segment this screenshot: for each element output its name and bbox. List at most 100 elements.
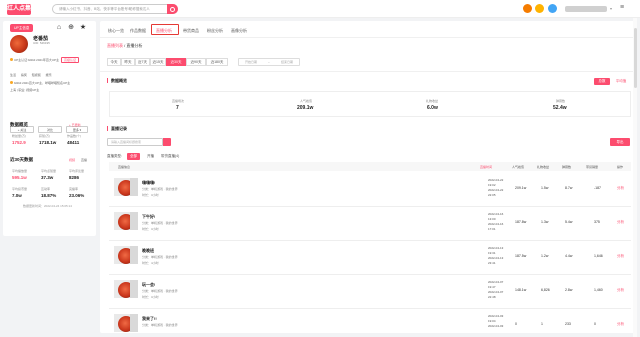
search-icon[interactable] bbox=[163, 138, 171, 146]
bell-icon[interactable] bbox=[535, 4, 544, 13]
live-cover[interactable] bbox=[114, 178, 138, 196]
live-search-input[interactable]: 请输入直播间标题搜索 bbox=[107, 138, 163, 146]
tag[interactable]: 娱乐 bbox=[46, 73, 52, 77]
user-account[interactable] bbox=[565, 6, 607, 12]
user-center-icon[interactable] bbox=[548, 4, 557, 13]
col-gift[interactable]: 礼物收益 bbox=[537, 165, 549, 169]
compare-button[interactable]: 对比 bbox=[38, 126, 62, 133]
recent30-video-tab[interactable]: 视频 bbox=[69, 158, 75, 162]
toggle-total[interactable]: 总数 bbox=[594, 78, 610, 85]
live-duration: 时长：4小时 bbox=[142, 261, 159, 265]
analyze-link[interactable]: 分析 bbox=[617, 288, 624, 293]
date-seg-30d[interactable]: 近30天 bbox=[166, 58, 186, 66]
filter-sales-live[interactable]: 带货直播(4) bbox=[161, 154, 179, 159]
live-cover[interactable] bbox=[114, 314, 138, 332]
stat-value: 8286 bbox=[69, 175, 80, 180]
table-row[interactable]: 下午好! 分类：单机游戏 · 我的世界 时长：3小时 2022-04-16 13… bbox=[109, 207, 631, 241]
home-icon[interactable]: ⌂ bbox=[55, 24, 63, 32]
analyze-link[interactable]: 分析 bbox=[617, 220, 624, 225]
live-category: 分类：单机游戏 · 我的世界 bbox=[142, 255, 178, 259]
live-danmu: 8.7w bbox=[565, 186, 573, 190]
col-sales[interactable]: 带货销量 bbox=[586, 165, 598, 169]
chevron-down-icon[interactable]: ▾ bbox=[610, 6, 612, 11]
stat-value: 23.06% bbox=[69, 193, 85, 198]
metric-value: 52.4w bbox=[553, 105, 567, 111]
section-marker bbox=[107, 78, 108, 83]
toggle-average[interactable]: 平均值 bbox=[611, 78, 631, 85]
tag[interactable]: 短视频 bbox=[32, 73, 41, 77]
tab-persona[interactable]: 画像分析 bbox=[231, 28, 247, 34]
metric-label: 礼物收益 bbox=[426, 99, 439, 103]
tab-overview[interactable]: 核心一览 bbox=[108, 28, 124, 34]
live-cover[interactable] bbox=[114, 246, 138, 264]
filter-all[interactable]: 全部 bbox=[127, 153, 140, 160]
global-search-input[interactable]: 请输入小红书、抖音、B站、快手等平台账号/昵称搜索达人 bbox=[52, 4, 178, 14]
live-peak: 187.8w bbox=[515, 220, 527, 224]
live-title[interactable]: 嗨嗨嗨! bbox=[142, 180, 155, 186]
live-category: 分类：单机游戏 · 我的世界 bbox=[142, 323, 178, 327]
page-scrollbar[interactable] bbox=[633, 18, 637, 337]
menu-icon[interactable]: ≡ bbox=[620, 4, 624, 12]
date-seg-yesterday[interactable]: 昨天 bbox=[121, 58, 135, 66]
stat-label: 完播率 bbox=[69, 187, 79, 191]
live-category: 分类：单机游戏 · 我的世界 bbox=[142, 289, 178, 293]
col-live-time[interactable]: 直播时间 bbox=[480, 165, 492, 169]
date-seg-today[interactable]: 今天 bbox=[107, 58, 121, 66]
more-button[interactable]: 更多 ▾ bbox=[66, 126, 88, 133]
breadcrumb-root[interactable]: 直播列表 bbox=[107, 43, 123, 48]
tab-works[interactable]: 作品数据 bbox=[130, 28, 146, 34]
export-button[interactable]: 导出 bbox=[610, 138, 630, 146]
live-cover[interactable] bbox=[114, 212, 138, 230]
top-bar: 红人点集 请输入小红书、抖音、B站、快手等平台账号/昵称搜索达人 ▾ ≡ bbox=[0, 0, 640, 18]
live-date: 2022-04-03 19:04 2022-04-03 bbox=[488, 314, 504, 328]
col-op: 操作 bbox=[617, 165, 624, 169]
overview-metrics: 直播场次 7 人气峰值 209.1w 礼物收益 6.0w 弹幕数 52.4w bbox=[109, 91, 631, 117]
analyze-link[interactable]: 分析 bbox=[617, 322, 624, 327]
overview-title: 数据概览 bbox=[111, 78, 127, 83]
profile-uid: UID: 546195 bbox=[33, 41, 50, 45]
auth-line: UP主认证:bilibili 2021年百大UP主 高级认证 bbox=[10, 57, 80, 63]
live-cover[interactable] bbox=[114, 280, 138, 298]
data-updated-link[interactable]: + 已更新 bbox=[69, 123, 81, 127]
app-logo[interactable]: 红人点集 bbox=[7, 4, 31, 15]
date-seg-15d[interactable]: 近15天 bbox=[150, 58, 166, 66]
table-row[interactable]: 晚晚班 分类：单机游戏 · 我的世界 时长：4小时 2022-04-13 19:… bbox=[109, 241, 631, 275]
stat-label: 粉丝量(万) bbox=[12, 134, 26, 138]
date-seg-7d[interactable]: 近7天 bbox=[135, 58, 150, 66]
tab-products[interactable]: 带货商品 bbox=[183, 28, 199, 34]
live-date: 2022-04-07 19:47 2022-04-07 22:48 bbox=[488, 280, 504, 299]
auth-text: UP主认证:bilibili 2021年百大UP主 bbox=[14, 58, 60, 62]
analyze-link[interactable]: 分析 bbox=[617, 254, 624, 259]
tag[interactable]: 生活 bbox=[10, 73, 16, 77]
tab-fans[interactable]: 粉丝分析 bbox=[207, 28, 223, 34]
table-row[interactable]: 嗨嗨嗨! 分类：单机游戏 · 我的世界 时长：3小时 2022-04-22 19… bbox=[109, 173, 631, 207]
tag[interactable]: 搞笑 bbox=[21, 73, 27, 77]
live-title[interactable]: 晚晚班 bbox=[142, 248, 154, 254]
live-title[interactable]: 玩一会! bbox=[142, 282, 155, 288]
filter-live[interactable]: 开播 bbox=[147, 154, 154, 159]
col-peak[interactable]: 人气峰值 bbox=[512, 165, 524, 169]
recent30-live-tab[interactable]: 直播 bbox=[81, 158, 87, 162]
live-danmu: 4.4w bbox=[565, 254, 573, 258]
search-icon[interactable] bbox=[167, 4, 178, 14]
live-title[interactable]: 我来了!! bbox=[142, 316, 157, 322]
scrollbar-thumb[interactable] bbox=[633, 28, 637, 88]
live-title[interactable]: 下午好! bbox=[142, 214, 155, 220]
analyze-link[interactable]: 分析 bbox=[617, 186, 624, 191]
col-danmu[interactable]: 弹幕数 bbox=[562, 165, 571, 169]
share-icon[interactable]: ⊕ bbox=[67, 24, 75, 32]
metric-value: 7 bbox=[176, 105, 179, 111]
star-icon[interactable]: ★ bbox=[79, 24, 87, 32]
date-seg-90d[interactable]: 近90天 bbox=[186, 58, 206, 66]
stat-value: 37.3w bbox=[41, 175, 54, 180]
table-row[interactable]: 我来了!! 分类：单机游戏 · 我的世界 2022-04-03 19:04 20… bbox=[109, 309, 631, 333]
avatar[interactable] bbox=[10, 35, 28, 53]
metric-label: 直播场次 bbox=[172, 99, 185, 103]
date-range-picker[interactable]: 开始日期 ~ 结束日期 bbox=[238, 58, 300, 66]
date-seg-180d[interactable]: 近180天 bbox=[206, 58, 228, 66]
table-row[interactable]: 玩一会! 分类：单机游戏 · 我的世界 时长：3小时 2022-04-07 19… bbox=[109, 275, 631, 309]
live-duration: 时长：3小时 bbox=[142, 193, 159, 197]
coin-icon[interactable] bbox=[523, 4, 532, 13]
profile-desc-2: 上海 | 职业: 视频UP主 bbox=[10, 88, 40, 92]
up-info-badge: UP主信息 bbox=[10, 24, 34, 32]
